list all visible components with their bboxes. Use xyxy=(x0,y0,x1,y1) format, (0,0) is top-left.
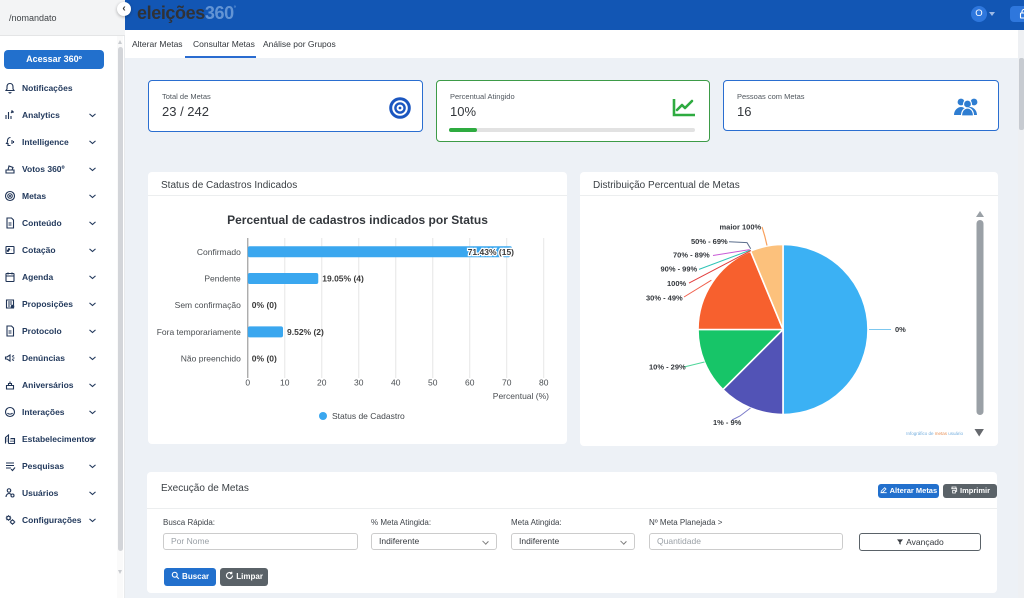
svg-text:0: 0 xyxy=(245,378,250,388)
svg-text:100%: 100% xyxy=(667,279,687,288)
svg-text:Não preenchido: Não preenchido xyxy=(181,354,241,364)
svg-text:70% - 89%: 70% - 89% xyxy=(673,251,710,260)
svg-text:70: 70 xyxy=(502,378,512,388)
svg-text:30: 30 xyxy=(354,378,364,388)
svg-text:0%: 0% xyxy=(895,325,906,334)
svg-text:90% - 99%: 90% - 99% xyxy=(661,264,698,273)
svg-text:Infográfico de metas usuário: Infográfico de metas usuário xyxy=(906,431,963,436)
svg-text:9.52% (2): 9.52% (2) xyxy=(287,327,324,337)
svg-text:Sem confirmação: Sem confirmação xyxy=(175,300,241,310)
svg-text:10% - 29%: 10% - 29% xyxy=(649,363,686,372)
svg-text:10: 10 xyxy=(280,378,290,388)
svg-text:0% (0): 0% (0) xyxy=(252,354,277,364)
svg-text:50: 50 xyxy=(428,378,438,388)
svg-text:50% - 69%: 50% - 69% xyxy=(691,237,728,246)
svg-text:maior 100%: maior 100% xyxy=(720,223,762,232)
svg-text:30% - 49%: 30% - 49% xyxy=(646,293,683,302)
svg-text:20: 20 xyxy=(317,378,327,388)
svg-text:60: 60 xyxy=(465,378,475,388)
svg-text:Confirmado: Confirmado xyxy=(197,247,241,257)
svg-text:Status de Cadastro: Status de Cadastro xyxy=(332,411,405,421)
svg-text:19.05% (4): 19.05% (4) xyxy=(322,274,364,284)
svg-text:71.43% (15): 71.43% (15) xyxy=(468,247,514,257)
svg-text:40: 40 xyxy=(391,378,401,388)
svg-text:Pendente: Pendente xyxy=(204,274,241,284)
svg-text:80: 80 xyxy=(539,378,549,388)
svg-text:0% (0): 0% (0) xyxy=(252,300,277,310)
svg-text:Fora temporariamente: Fora temporariamente xyxy=(157,327,241,337)
svg-text:1% - 9%: 1% - 9% xyxy=(713,418,742,427)
svg-text:Percentual (%): Percentual (%) xyxy=(493,391,549,401)
